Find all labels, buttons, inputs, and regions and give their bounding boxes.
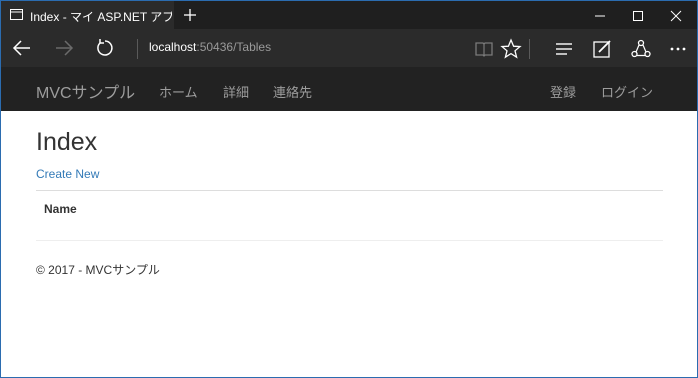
page-title: Index bbox=[36, 128, 98, 156]
browser-window: Index - マイ ASP.NET アプ localhost:50436/Ta… bbox=[0, 0, 698, 378]
address-path: :50436/Tables bbox=[196, 40, 272, 54]
address-divider bbox=[137, 39, 138, 59]
refresh-icon[interactable] bbox=[94, 38, 116, 58]
site-brand-link[interactable]: MVCサンプル bbox=[36, 79, 135, 103]
toolbar-divider bbox=[529, 39, 530, 59]
share-icon[interactable] bbox=[630, 38, 652, 60]
table-header-name: Name bbox=[44, 202, 77, 216]
address-bar[interactable]: localhost:50436/Tables bbox=[149, 40, 271, 54]
nav-link-register[interactable]: 登録 bbox=[550, 82, 576, 101]
nav-link-about[interactable]: 詳細 bbox=[223, 82, 249, 101]
forward-icon[interactable] bbox=[53, 38, 75, 58]
web-note-icon[interactable] bbox=[591, 38, 613, 60]
favorite-star-icon[interactable] bbox=[500, 38, 522, 60]
page-footer: © 2017 - MVCサンプル bbox=[36, 263, 160, 277]
address-host: localhost bbox=[149, 40, 197, 54]
nav-link-contact[interactable]: 連絡先 bbox=[273, 82, 312, 101]
maximize-button[interactable] bbox=[619, 1, 657, 29]
nav-link-login[interactable]: ログイン bbox=[601, 82, 653, 101]
tab-title: Index - マイ ASP.NET アプ bbox=[30, 10, 172, 24]
new-tab-icon[interactable] bbox=[181, 6, 199, 24]
table-top-border bbox=[36, 190, 663, 191]
create-new-link[interactable]: Create New bbox=[36, 167, 99, 181]
active-tab[interactable]: Index - マイ ASP.NET アプ bbox=[1, 1, 174, 29]
minimize-icon bbox=[595, 15, 605, 17]
site-navbar: MVCサンプル ホーム 詳細 連絡先 登録 ログイン bbox=[1, 67, 697, 111]
footer-divider bbox=[36, 240, 663, 241]
close-icon bbox=[670, 10, 682, 22]
tab-bar: Index - マイ ASP.NET アプ bbox=[1, 1, 697, 29]
hub-icon[interactable] bbox=[553, 38, 575, 60]
close-button[interactable] bbox=[657, 1, 695, 29]
maximize-icon bbox=[633, 11, 643, 21]
reading-view-icon[interactable] bbox=[473, 38, 495, 60]
page-body: Index Create New Name © 2017 - MVCサンプル bbox=[1, 111, 697, 377]
tab-page-icon bbox=[10, 9, 23, 20]
back-icon[interactable] bbox=[11, 38, 33, 58]
more-icon[interactable] bbox=[667, 38, 689, 60]
minimize-button[interactable] bbox=[581, 1, 619, 29]
nav-link-home[interactable]: ホーム bbox=[159, 82, 198, 101]
browser-toolbar: localhost:50436/Tables bbox=[1, 29, 697, 67]
